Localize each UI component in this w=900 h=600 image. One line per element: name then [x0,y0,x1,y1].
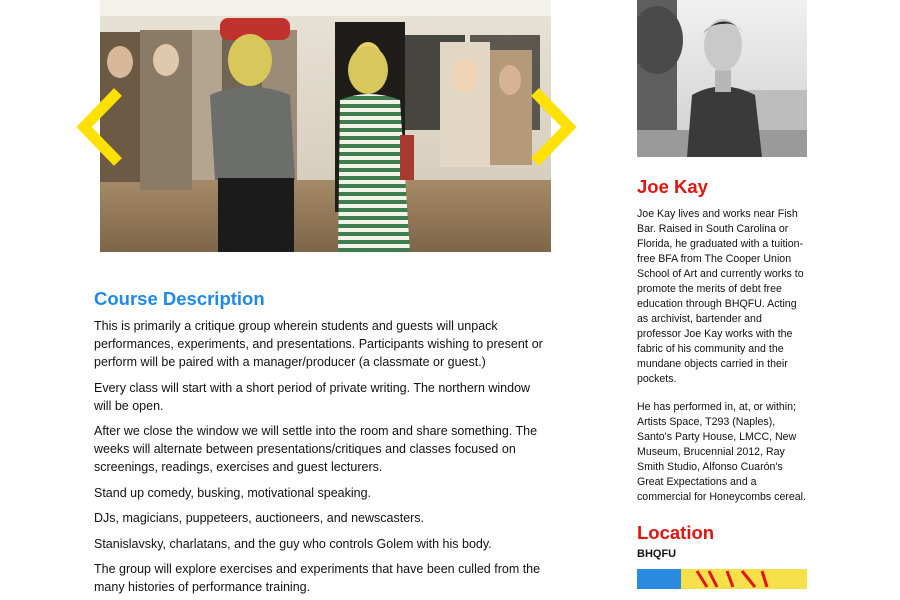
course-paragraph: DJs, magicians, puppeteers, auctioneers,… [94,511,425,525]
previous-slide-button[interactable] [76,88,124,166]
course-paragraph: Every class will start with a short peri… [94,380,531,413]
instructor-bio: Joe Kay lives and works near Fish Bar. R… [637,208,804,385]
course-description-section: Course Description This is primarily a c… [94,288,546,600]
instructor-performances: He has performed in, at, or within; Arti… [637,401,806,503]
course-description-title: Course Description [94,288,265,309]
location-map-image[interactable] [637,569,807,589]
next-slide-button[interactable] [529,88,577,166]
chevron-right-icon [531,88,577,166]
location-title: Location [637,522,715,543]
instructor-portrait [637,0,807,157]
course-paragraph: Stanislavsky, charlatans, and the guy wh… [94,536,492,551]
course-paragraph: This is primarily a critique group where… [94,319,543,369]
instructor-name: Joe Kay [637,176,708,197]
slide-photo-performance [100,0,551,252]
chevron-left-icon [76,88,122,166]
instructor-sidebar: Joe Kay Joe Kay lives and works near Fis… [637,0,807,589]
course-paragraph: After we close the window we will settle… [94,424,538,474]
location-name: BHQFU [637,548,677,560]
course-paragraph: The group will explore exercises and exp… [94,562,541,594]
course-paragraph: Stand up comedy, busking, motivational s… [94,485,372,500]
slideshow [100,0,551,252]
